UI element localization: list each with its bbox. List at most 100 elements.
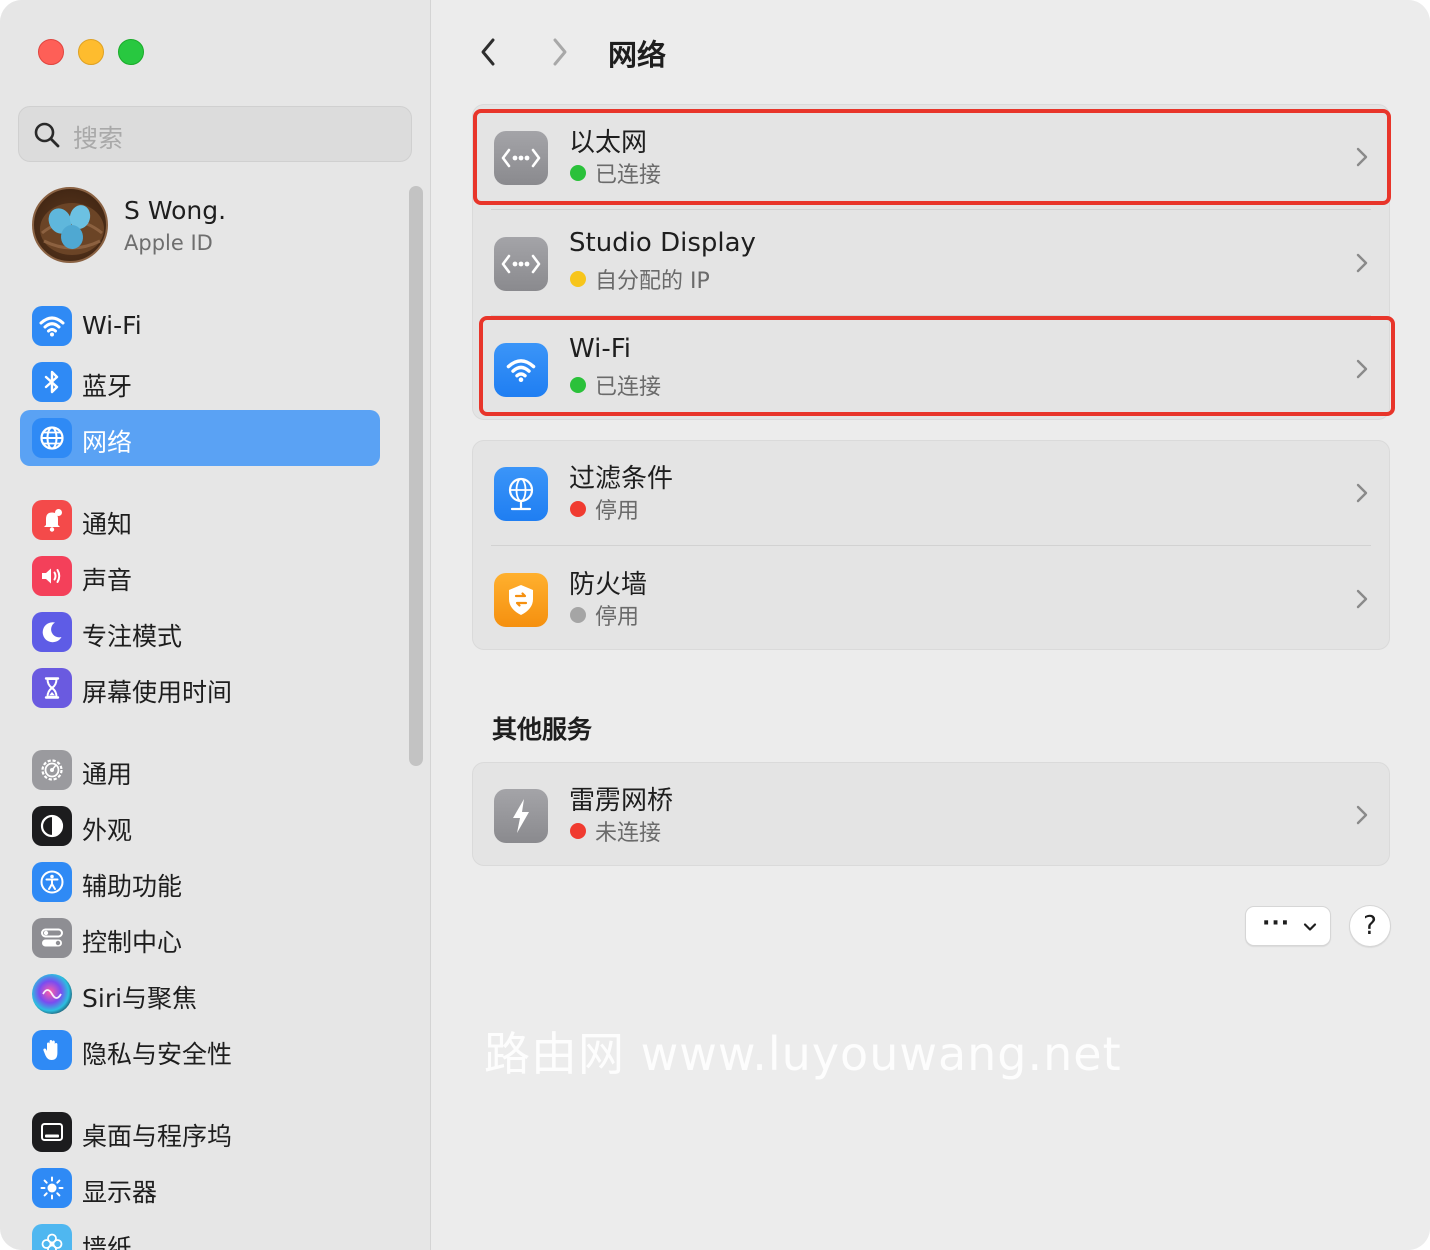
more-actions-label: ··· (1262, 911, 1291, 936)
search-icon (34, 122, 60, 148)
settings-window: 搜索 S Wong. Apple ID Wi-Fi 蓝牙 网络 通知 声音 专注… (0, 0, 1430, 1250)
ethernet-icon (494, 131, 548, 185)
main-pane: 网络 以太网 已连接 Studio Display 自分配的 IP Wi-Fi … (432, 0, 1430, 1250)
sidebar-item-label: 隐私与安全性 (82, 1040, 233, 1069)
gear-icon (32, 750, 72, 790)
chevron-right-icon (553, 38, 567, 66)
sidebar-item-screen-time[interactable]: 屏幕使用时间 (20, 660, 380, 716)
toggles-icon (32, 918, 72, 958)
service-status: 已连接 (595, 375, 662, 400)
chevron-right-icon (1356, 359, 1368, 379)
status-dot (570, 377, 586, 393)
flower-icon (32, 1224, 72, 1250)
sidebar-item-label: 桌面与程序坞 (82, 1122, 233, 1151)
dock-icon (32, 1112, 72, 1152)
service-row-thunderbolt-bridge[interactable]: 雷雳网桥 未连接 (473, 763, 1391, 867)
status-dot (570, 165, 586, 181)
service-row-studio-display[interactable]: Studio Display 自分配的 IP (473, 211, 1391, 315)
globe-icon (32, 418, 72, 458)
avatar (32, 187, 108, 263)
service-title: 过滤条件 (569, 464, 674, 494)
divider (491, 209, 1371, 210)
sidebar-item-control-center[interactable]: 控制中心 (20, 910, 380, 966)
sidebar-item-label: 专注模式 (82, 622, 183, 651)
more-actions-button[interactable]: ··· (1245, 906, 1331, 946)
status-dot (570, 501, 586, 517)
apple-id-profile[interactable]: S Wong. Apple ID (30, 186, 390, 268)
sidebar-item-wifi[interactable]: Wi-Fi (20, 298, 380, 354)
divider (491, 545, 1371, 546)
service-row-ethernet[interactable]: 以太网 已连接 (473, 105, 1391, 209)
sidebar-item-label: 通知 (82, 510, 133, 539)
back-button[interactable] (470, 32, 506, 72)
service-title: 雷雳网桥 (569, 786, 674, 816)
sidebar-item-label: 墙纸 (82, 1234, 133, 1250)
minimize-window-button[interactable] (78, 39, 104, 65)
service-title: Studio Display (569, 228, 756, 258)
page-title: 网络 (608, 38, 667, 72)
sidebar-item-accessibility[interactable]: 辅助功能 (20, 854, 380, 910)
brightness-icon (32, 1168, 72, 1208)
service-title: Wi-Fi (569, 334, 632, 364)
sidebar-item-general[interactable]: 通用 (20, 742, 380, 798)
sidebar-item-bluetooth[interactable]: 蓝牙 (20, 354, 380, 410)
chevron-left-icon (481, 38, 495, 66)
watermark: 路由网 www.luyouwang.net (484, 1027, 1122, 1081)
search-placeholder: 搜索 (73, 124, 124, 153)
service-row-filter[interactable]: 过滤条件 停用 (473, 441, 1391, 545)
service-status: 未连接 (595, 821, 662, 846)
sidebar-item-siri[interactable]: Siri与聚焦 (20, 966, 380, 1022)
service-row-wifi[interactable]: Wi-Fi 已连接 (473, 317, 1391, 421)
chevron-right-icon (1356, 483, 1368, 503)
sidebar-item-label: 蓝牙 (82, 372, 133, 401)
sidebar-item-label: 网络 (82, 428, 133, 457)
sidebar-item-focus[interactable]: 专注模式 (20, 604, 380, 660)
sidebar-item-label: Siri与聚焦 (82, 984, 198, 1013)
siri-icon (32, 974, 72, 1014)
chevron-right-icon (1356, 253, 1368, 273)
speaker-icon (32, 556, 72, 596)
divider (491, 315, 1371, 316)
wifi-icon (494, 343, 548, 397)
sidebar-item-displays[interactable]: 显示器 (20, 1160, 380, 1216)
help-button[interactable]: ? (1349, 905, 1391, 947)
sidebar-item-network[interactable]: 网络 (20, 410, 380, 466)
profile-subtitle: Apple ID (124, 231, 213, 255)
ethernet-icon (494, 237, 548, 291)
service-status: 停用 (595, 499, 640, 524)
thunderbolt-icon (494, 789, 548, 843)
service-status: 自分配的 IP (595, 269, 710, 294)
sidebar-item-label: 外观 (82, 816, 133, 845)
chevron-right-icon (1356, 805, 1368, 825)
sidebar-item-sound[interactable]: 声音 (20, 548, 380, 604)
status-dot (570, 271, 586, 287)
close-window-button[interactable] (38, 39, 64, 65)
forward-button[interactable] (542, 32, 578, 72)
sidebar: 搜索 S Wong. Apple ID Wi-Fi 蓝牙 网络 通知 声音 专注… (0, 0, 431, 1250)
sidebar-item-wallpaper[interactable]: 墙纸 (20, 1216, 380, 1250)
profile-name: S Wong. (124, 196, 227, 225)
sidebar-item-label: 屏幕使用时间 (82, 678, 233, 707)
globe-filter-icon (494, 467, 548, 521)
sidebar-item-label: 显示器 (82, 1178, 158, 1207)
security-group: 过滤条件 停用 防火墙 停用 (472, 440, 1390, 650)
firewall-icon (494, 573, 548, 627)
search-field[interactable]: 搜索 (18, 106, 412, 162)
hand-icon (32, 1030, 72, 1070)
service-row-firewall[interactable]: 防火墙 停用 (473, 547, 1391, 651)
sidebar-item-label: 通用 (82, 760, 133, 789)
sidebar-scrollbar[interactable] (409, 186, 423, 766)
service-status: 已连接 (595, 163, 662, 188)
sidebar-item-privacy[interactable]: 隐私与安全性 (20, 1022, 380, 1078)
sidebar-item-desktop-dock[interactable]: 桌面与程序坞 (20, 1104, 380, 1160)
sidebar-item-appearance[interactable]: 外观 (20, 798, 380, 854)
zoom-window-button[interactable] (118, 39, 144, 65)
sidebar-item-notifications[interactable]: 通知 (20, 492, 380, 548)
wifi-icon (32, 306, 72, 346)
bell-icon (32, 500, 72, 540)
chevron-right-icon (1356, 147, 1368, 167)
chevron-down-icon (1303, 923, 1317, 931)
bluetooth-icon (32, 362, 72, 402)
sidebar-item-label: 声音 (82, 566, 133, 595)
appearance-icon (32, 806, 72, 846)
